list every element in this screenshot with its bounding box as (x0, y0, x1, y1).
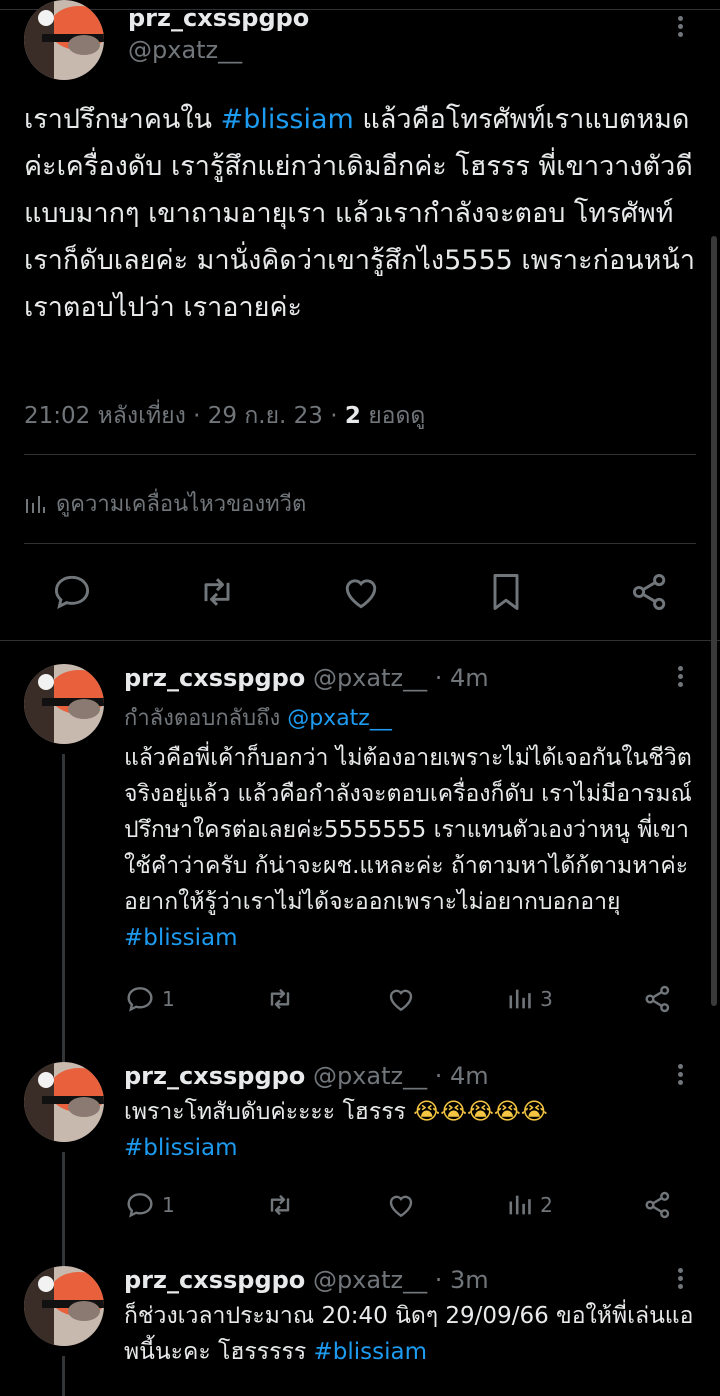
analytics-icon (26, 495, 45, 513)
reply-actions: 1 3 (124, 982, 674, 1016)
user-handle[interactable]: @pxatz__ (313, 1266, 427, 1294)
user-handle[interactable]: @pxatz__ (128, 36, 242, 64)
tweet-activity-link[interactable]: ดูความเคลื่อนไหวของทวีต (24, 486, 306, 521)
display-name[interactable]: prz_cxsspgpo (124, 1062, 305, 1090)
main-tweet-header: prz_cxsspgpo @pxatz__ (24, 0, 704, 90)
avatar[interactable] (24, 1266, 104, 1346)
share-icon[interactable] (628, 570, 672, 614)
user-handle[interactable]: @pxatz__ (313, 664, 427, 692)
share-icon[interactable] (642, 1189, 674, 1221)
views-count: 2 (344, 403, 361, 429)
tweet-text: เราปรึกษาคนใน #blissiam แล้วคือโทรศัพท์เ… (24, 96, 696, 331)
scrollbar[interactable] (711, 236, 717, 1006)
divider (0, 640, 720, 641)
tweet-text-part: เราปรึกษาคนใน (24, 104, 221, 135)
like-icon[interactable] (385, 1189, 417, 1221)
tweet-text-part: แล้วคือโทรศัพท์เราแบตหมดค่ะเครื่องดับ เร… (24, 104, 696, 323)
reply-header: prz_cxsspgpo @pxatz__ · 3m (124, 1266, 489, 1294)
reply-count: 1 (162, 1193, 175, 1217)
hashtag-link[interactable]: #blissiam (124, 925, 238, 951)
activity-label: ดูความเคลื่อนไหวของทวีต (56, 492, 307, 517)
hashtag-link[interactable]: #blissiam (313, 1339, 427, 1365)
user-handle[interactable]: @pxatz__ (313, 1062, 427, 1090)
more-icon[interactable] (675, 1062, 685, 1092)
reply-time[interactable]: 3m (450, 1266, 489, 1294)
reply-actions: 1 2 (124, 1188, 674, 1222)
display-name[interactable]: prz_cxsspgpo (124, 1266, 305, 1294)
views-button[interactable]: 3 (506, 985, 553, 1013)
display-name[interactable]: prz_cxsspgpo (124, 664, 305, 692)
views-icon (509, 1195, 531, 1215)
reply-icon[interactable] (50, 570, 94, 614)
like-icon[interactable] (385, 983, 417, 1015)
reply-tweet[interactable]: prz_cxsspgpo @pxatz__ · 3m ก็ช่วงเวลาประ… (0, 1266, 720, 1396)
replying-to: กำลังตอบกลับถึง @pxatz__ (124, 700, 392, 735)
views-count: 2 (540, 1193, 553, 1217)
display-name[interactable]: prz_cxsspgpo (128, 4, 309, 32)
tweet-actions (50, 570, 672, 614)
avatar[interactable] (24, 0, 104, 80)
more-icon[interactable] (675, 664, 685, 694)
like-icon[interactable] (339, 570, 383, 614)
reply-time[interactable]: 4m (450, 1062, 489, 1090)
crying-emoji: 😭😭😭😭😭 (413, 1099, 548, 1125)
hashtag-link[interactable]: #blissiam (221, 104, 354, 135)
tweet-date[interactable]: 29 ก.ย. 23 (208, 403, 323, 429)
replying-to-label: กำลังตอบกลับถึง (124, 706, 281, 731)
reply-text-part: เพราะโทสับดับค่ะะะะ โฮรรร (124, 1099, 414, 1125)
thread-line (62, 1152, 65, 1268)
reply-button[interactable]: 1 (124, 983, 175, 1015)
avatar[interactable] (24, 1062, 104, 1142)
divider (24, 543, 696, 544)
reply-tweet[interactable]: prz_cxsspgpo @pxatz__ · 4m เพราะโทสับดับ… (0, 1062, 720, 1268)
hashtag-link[interactable]: #blissiam (124, 1135, 238, 1161)
reply-header: prz_cxsspgpo @pxatz__ · 4m (124, 1062, 489, 1090)
retweet-icon[interactable] (195, 570, 239, 614)
retweet-icon[interactable] (264, 1189, 296, 1221)
reply-text-part: แล้วคือพี่เค้าก็บอกว่า ไม่ต้องอายเพราะไม… (124, 745, 692, 915)
retweet-icon[interactable] (264, 983, 296, 1015)
thread-line (62, 1356, 65, 1396)
views-icon (509, 989, 531, 1009)
reply-text: ก็ช่วงเวลาประมาณ 20:40 นิดๆ 29/09/66 ขอใ… (124, 1298, 694, 1370)
reply-text: เพราะโทสับดับค่ะะะะ โฮรรร 😭😭😭😭😭 #blissiam (124, 1094, 694, 1166)
reply-header: prz_cxsspgpo @pxatz__ · 4m (124, 664, 489, 692)
reply-time[interactable]: 4m (450, 664, 489, 692)
mention-link[interactable]: @pxatz__ (287, 706, 392, 731)
more-icon[interactable] (675, 1266, 685, 1296)
reply-button[interactable]: 1 (124, 1189, 175, 1221)
tweet-meta: 21:02 หลังเที่ยง · 29 ก.ย. 23 · 2 ยอดดู (24, 403, 426, 429)
tweet-time[interactable]: 21:02 หลังเที่ยง (24, 403, 186, 429)
more-icon[interactable] (675, 14, 685, 44)
divider (24, 454, 696, 455)
reply-tweet[interactable]: prz_cxsspgpo @pxatz__ · 4m กำลังตอบกลับถ… (0, 664, 720, 1064)
reply-icon (127, 987, 153, 1012)
reply-count: 1 (162, 987, 175, 1011)
avatar[interactable] (24, 664, 104, 744)
views-button[interactable]: 2 (506, 1191, 553, 1219)
bookmark-icon[interactable] (484, 570, 528, 614)
share-icon[interactable] (642, 983, 674, 1015)
views-label: ยอดดู (368, 403, 426, 429)
reply-text: แล้วคือพี่เค้าก็บอกว่า ไม่ต้องอายเพราะไม… (124, 740, 694, 956)
reply-icon (127, 1193, 153, 1218)
thread-line (62, 754, 65, 1064)
views-count: 3 (540, 987, 553, 1011)
